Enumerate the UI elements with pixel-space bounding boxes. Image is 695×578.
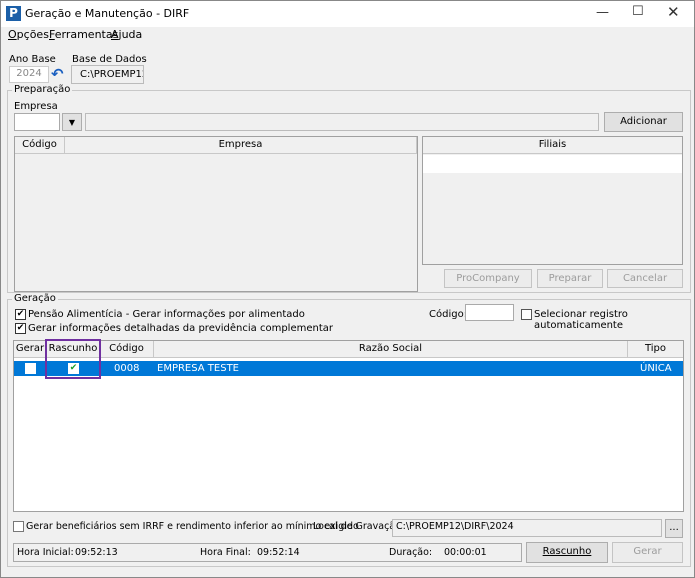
auto-select-label: Selecionar registro automaticamente xyxy=(534,309,628,331)
filiais-list[interactable] xyxy=(423,155,682,173)
hora-final-value: 09:52:14 xyxy=(257,547,300,558)
col-tipo[interactable]: Tipo xyxy=(628,341,683,358)
local-gravacao-field: C:\PROEMP12\DIRF\2024 xyxy=(392,519,662,537)
codigo-input[interactable] xyxy=(465,304,514,321)
pensao-label: Pensão Alimentícia - Gerar informações p… xyxy=(28,309,305,320)
base-dados-label: Base de Dados xyxy=(72,54,147,65)
col-razao-social[interactable]: Razão Social xyxy=(154,341,628,358)
dirf-window: P Geração e Manutenção - DIRF — ☐ ✕ Opçõ… xyxy=(0,0,695,578)
beneficiarios-checkbox[interactable] xyxy=(13,521,24,532)
empresa-code-input[interactable] xyxy=(14,113,60,131)
minimize-button[interactable]: — xyxy=(596,5,609,20)
menu-ferramentas[interactable]: Ferramentas xyxy=(49,28,118,41)
browse-button[interactable]: ... xyxy=(665,519,683,538)
adicionar-button[interactable]: Adicionar xyxy=(604,112,683,132)
status-panel: Hora Inicial: 09:52:13 Hora Final: 09:52… xyxy=(13,543,522,562)
undo-icon[interactable]: ↶ xyxy=(51,65,67,83)
col-codigo[interactable]: Código xyxy=(15,137,65,154)
procompany-button[interactable]: ProCompany xyxy=(444,269,532,288)
local-gravacao-label: Local de Gravação xyxy=(313,521,401,532)
base-dados-field: C:\PROEMP12 xyxy=(71,65,144,84)
gerar-button[interactable]: Gerar xyxy=(612,542,683,563)
title-bar: P Geração e Manutenção - DIRF — ☐ ✕ xyxy=(1,1,694,27)
geracao-grid: Gerar Rascunho Código Razão Social Tipo … xyxy=(13,340,684,512)
geracao-title: Geração xyxy=(12,293,58,304)
cancelar-button[interactable]: Cancelar xyxy=(607,269,683,288)
previdencia-checkbox[interactable]: ✔ xyxy=(15,323,26,334)
codigo-label: Código: xyxy=(429,309,468,320)
maximize-button[interactable]: ☐ xyxy=(632,4,644,19)
filiais-panel: Filiais xyxy=(422,136,683,265)
hora-final-label: Hora Final: xyxy=(200,547,251,558)
empresa-dropdown-button[interactable]: ▼ xyxy=(62,113,82,131)
auto-select-checkbox[interactable] xyxy=(521,309,532,320)
table-row[interactable]: ✔ 0008 EMPRESA TESTE ÚNICA xyxy=(14,361,683,376)
hora-inicial-label: Hora Inicial: xyxy=(17,547,74,558)
previdencia-label: Gerar informações detalhadas da previdên… xyxy=(28,323,333,334)
app-logo-icon: P xyxy=(6,6,21,21)
close-button[interactable]: ✕ xyxy=(667,3,680,21)
row-tipo: ÚNICA xyxy=(640,363,672,374)
ano-base-label: Ano Base xyxy=(9,54,56,65)
col-gerar[interactable]: Gerar xyxy=(14,341,47,358)
empresa-label: Empresa xyxy=(14,101,58,112)
ano-base-field[interactable]: 2024 xyxy=(9,66,49,83)
col-empresa[interactable]: Empresa xyxy=(65,137,417,154)
hora-inicial-value: 09:52:13 xyxy=(75,547,118,558)
preparacao-title: Preparação xyxy=(12,84,73,95)
rascunho-button[interactable]: Rascunho xyxy=(526,542,608,563)
filiais-header: Filiais xyxy=(423,137,682,154)
duracao-label: Duração: xyxy=(389,547,433,558)
pensao-checkbox[interactable]: ✔ xyxy=(15,309,26,320)
row-razao-social: EMPRESA TESTE xyxy=(157,363,239,374)
col-codigo[interactable]: Código xyxy=(100,341,154,358)
beneficiarios-label: Gerar beneficiários sem IRRF e rendiment… xyxy=(26,521,359,532)
menu-opcoes[interactable]: Opções xyxy=(8,28,49,41)
empresa-name-field xyxy=(85,113,599,131)
duracao-value: 00:00:01 xyxy=(444,547,487,558)
empresa-grid: Código Empresa xyxy=(14,136,418,292)
gerar-checkbox[interactable] xyxy=(25,363,36,374)
menu-ajuda[interactable]: Ajuda xyxy=(111,28,142,41)
rascunho-highlight-box xyxy=(45,339,101,379)
preparar-button[interactable]: Preparar xyxy=(537,269,603,288)
row-codigo: 0008 xyxy=(114,363,140,374)
window-title: Geração e Manutenção - DIRF xyxy=(25,7,190,20)
